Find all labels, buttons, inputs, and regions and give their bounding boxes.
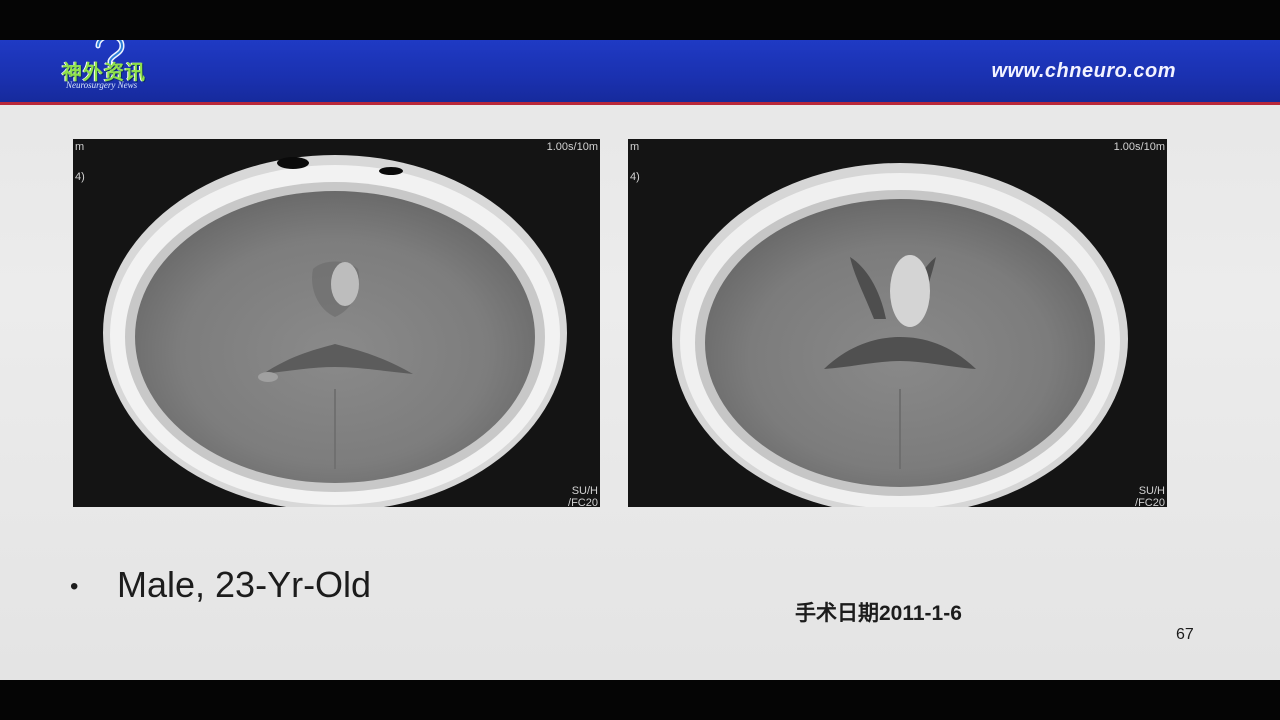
patient-description: Male, 23-Yr-Old [117, 564, 372, 605]
ct-scan-image-right: m 4) 1.00s/10m SU/H /FC20 [628, 139, 1167, 507]
ct-label-top-left: m [630, 141, 640, 153]
header-accent-line [0, 102, 1280, 105]
video-letterbox-bottom [0, 680, 1280, 720]
video-letterbox-top [0, 0, 1280, 40]
ct-scan-graphic-right [628, 139, 1167, 507]
ct-label-top-right: 1.00s/10m [1113, 141, 1165, 153]
ct-scan-graphic-left [73, 139, 600, 507]
ct-label-top-left: m [75, 141, 85, 153]
neurosurgery-news-logo: 神外资讯 Neurosurgery News [58, 40, 178, 108]
ct-label-bottom-right-1: SU/H [571, 485, 598, 497]
page-number: 67 [1176, 626, 1194, 643]
bullet-marker: • [70, 573, 79, 600]
ct-label-bottom-right-2: /FC20 [1135, 497, 1165, 507]
ct-label-bottom-right-1: SU/H [1138, 485, 1165, 497]
ct-label-top-left-2: 4) [630, 171, 640, 183]
slide-header-bar: 神外资讯 Neurosurgery News www.chneuro.com [0, 40, 1280, 102]
presentation-slide: 神外资讯 Neurosurgery News www.chneuro.com m… [0, 40, 1280, 680]
logo-english-text: Neurosurgery News [66, 80, 138, 90]
site-url: www.chneuro.com [991, 60, 1176, 82]
ct-label-top-left-2: 4) [75, 171, 85, 183]
ct-label-top-right: 1.00s/10m [546, 141, 598, 153]
surgery-date: 手术日期2011-1-6 [795, 602, 962, 625]
ct-scan-image-left: m 4) 1.00s/10m SU/H /FC20 [73, 139, 600, 507]
ct-label-bottom-right-2: /FC20 [568, 497, 598, 507]
